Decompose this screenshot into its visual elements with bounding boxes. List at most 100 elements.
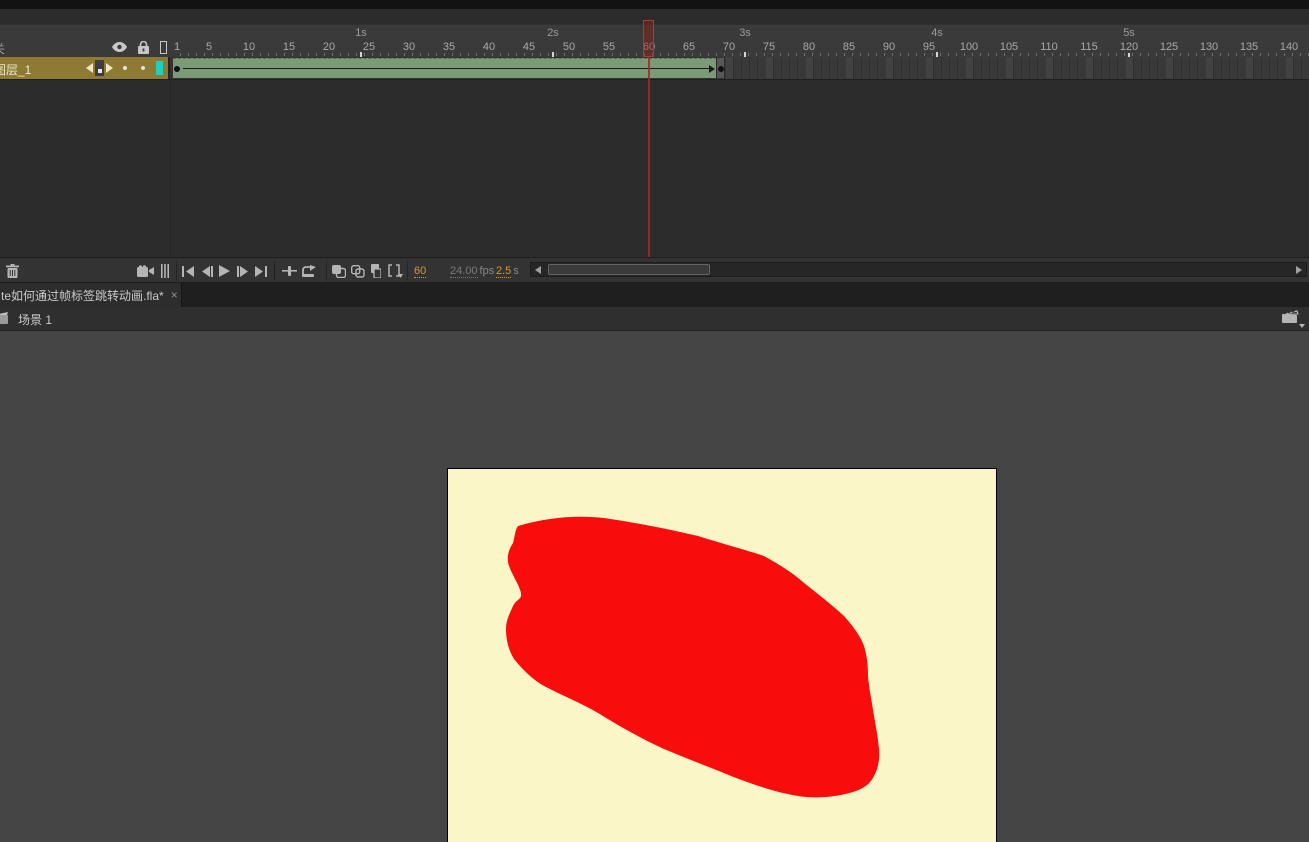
ruler-frame-ticks bbox=[170, 53, 1309, 56]
tween-arrow-line bbox=[183, 68, 709, 69]
eye-icon[interactable] bbox=[112, 42, 127, 52]
step-forward-icon[interactable] bbox=[237, 261, 249, 281]
layer-name[interactable]: 图层_1 bbox=[0, 61, 31, 78]
ruler-frame-number: 100 bbox=[958, 41, 980, 53]
lock-icon[interactable] bbox=[138, 40, 149, 54]
onion-skin-outlines-icon[interactable] bbox=[351, 261, 365, 281]
next-keyframe-icon[interactable] bbox=[106, 63, 113, 73]
timeline-empty-area[interactable] bbox=[0, 79, 1309, 258]
ruler-frame-number: 55 bbox=[601, 41, 617, 53]
current-frame-indicator bbox=[95, 60, 104, 76]
ruler-frame-number: 65 bbox=[681, 41, 697, 53]
timeline-horizontal-scrollbar[interactable] bbox=[530, 262, 1307, 277]
toolbar-separator bbox=[274, 261, 275, 281]
ruler-frame-number: 45 bbox=[521, 41, 537, 53]
ruler-frame-number: 75 bbox=[761, 41, 777, 53]
timeline-ruler[interactable]: 关 1s2s3s4s5s1510152025303540455055606570… bbox=[0, 25, 1309, 57]
ruler-frame-number: 20 bbox=[321, 41, 337, 53]
toolbar-separator bbox=[407, 261, 408, 281]
layer-lock-dot[interactable] bbox=[141, 66, 145, 70]
ruler-frame-number: 135 bbox=[1238, 41, 1260, 53]
toolbar-separator bbox=[326, 261, 327, 281]
delete-icon[interactable] bbox=[6, 261, 19, 281]
timeline-layer-row: 图层_1 bbox=[0, 57, 1309, 79]
go-to-first-frame-icon[interactable] bbox=[182, 261, 194, 281]
ruler-frame-number: 105 bbox=[998, 41, 1020, 53]
clipped-panel-label: 关 bbox=[0, 40, 5, 57]
ruler-frame-number: 140 bbox=[1278, 41, 1300, 53]
scroll-left-icon[interactable] bbox=[535, 266, 541, 274]
layer-column-headers bbox=[112, 39, 167, 55]
ruler-second-label: 5s bbox=[1123, 27, 1135, 39]
frame-rate-hot-text[interactable]: 24.00 fps bbox=[450, 261, 494, 281]
loop-icon[interactable] bbox=[301, 261, 317, 281]
end-keyframe-dot bbox=[718, 66, 724, 72]
ruler-frame-number: 5 bbox=[204, 41, 214, 53]
outline-square-icon[interactable] bbox=[160, 40, 167, 54]
center-frame-icon[interactable] bbox=[282, 261, 297, 281]
edit-scene-button[interactable] bbox=[1281, 310, 1305, 328]
edit-multiple-frames-icon[interactable] bbox=[369, 261, 381, 281]
window-top-strip bbox=[0, 0, 1309, 9]
ruler-frame-number: 30 bbox=[401, 41, 417, 53]
close-icon[interactable]: × bbox=[171, 288, 178, 302]
playhead-marker[interactable] bbox=[643, 20, 654, 57]
chevron-down-icon bbox=[1299, 324, 1305, 328]
scrollbar-thumb[interactable] bbox=[548, 264, 710, 275]
layer-visibility-dot[interactable] bbox=[123, 66, 127, 70]
ruler-frame-number: 70 bbox=[721, 41, 737, 53]
animate-app-window: 关 1s2s3s4s5s1510152025303540455055606570… bbox=[0, 0, 1309, 842]
toolbar-separator bbox=[176, 261, 177, 281]
pasteboard[interactable] bbox=[0, 331, 1309, 842]
ruler-frame-number: 130 bbox=[1198, 41, 1220, 53]
scroll-right-icon[interactable] bbox=[1296, 266, 1302, 274]
modify-markers-icon[interactable] bbox=[388, 261, 403, 281]
scene-breadcrumb[interactable]: 场景 1 bbox=[18, 311, 52, 328]
ruler-frame-number: 120 bbox=[1118, 41, 1140, 53]
fps-unit: fps bbox=[479, 265, 495, 277]
layer-depth-icon[interactable] bbox=[161, 261, 169, 281]
playhead-line bbox=[648, 57, 650, 257]
document-tab-title: te如何通过帧标签跳转动画.fla* bbox=[1, 288, 164, 303]
ruler-frame-number: 50 bbox=[561, 41, 577, 53]
ruler-frame-number: 90 bbox=[881, 41, 897, 53]
ruler-frame-number: 1 bbox=[172, 41, 182, 53]
ruler-second-label: 1s bbox=[355, 27, 367, 39]
onion-skin-icon[interactable] bbox=[332, 261, 346, 281]
camera-icon[interactable] bbox=[137, 261, 154, 281]
ruler-frame-number: 80 bbox=[801, 41, 817, 53]
layer-outline-color-swatch[interactable] bbox=[156, 61, 163, 75]
prev-keyframe-icon[interactable] bbox=[86, 63, 93, 73]
ruler-second-label: 3s bbox=[739, 27, 751, 39]
timeline-toolbar: 60 24.00 fps 2.5 s bbox=[0, 257, 1309, 283]
current-frame-hot-text[interactable]: 60 bbox=[414, 261, 427, 281]
ruler-second-label: 2s bbox=[547, 27, 559, 39]
elapsed-time-hot-text[interactable]: 2.5 s bbox=[496, 261, 519, 281]
red-blob-shape[interactable] bbox=[448, 469, 998, 842]
ruler-frame-number: 95 bbox=[921, 41, 937, 53]
stage-canvas[interactable] bbox=[447, 468, 997, 842]
tween-arrow-head bbox=[709, 64, 715, 73]
empty-frames[interactable] bbox=[725, 57, 1309, 79]
go-to-last-frame-icon[interactable] bbox=[255, 261, 267, 281]
seconds-unit: s bbox=[513, 265, 519, 277]
ruler-frame-number: 110 bbox=[1039, 41, 1059, 53]
layer-frames-divider bbox=[170, 80, 171, 258]
ruler-frame-number: 125 bbox=[1158, 41, 1180, 53]
edit-bar: 场景 1 bbox=[0, 307, 1309, 331]
timeline-panel-header bbox=[0, 9, 1309, 25]
ruler-frame-number: 35 bbox=[441, 41, 457, 53]
layer-item-selected[interactable]: 图层_1 bbox=[0, 57, 170, 79]
start-keyframe-dot bbox=[174, 66, 180, 72]
ruler-frame-number: 15 bbox=[281, 41, 297, 53]
ruler-second-label: 4s bbox=[931, 27, 943, 39]
play-icon[interactable] bbox=[219, 261, 230, 281]
document-tab-bar: te如何通过帧标签跳转动画.fla* × bbox=[0, 283, 1309, 307]
document-tab-active[interactable]: te如何通过帧标签跳转动画.fla* × bbox=[0, 283, 182, 307]
scene-clapperboard-icon-clipped bbox=[0, 312, 8, 324]
ruler-frame-number: 85 bbox=[841, 41, 857, 53]
ruler-frame-number: 10 bbox=[241, 41, 257, 53]
step-back-icon[interactable] bbox=[201, 261, 213, 281]
ruler-frame-number: 40 bbox=[481, 41, 497, 53]
ruler-frame-number: 25 bbox=[361, 41, 377, 53]
